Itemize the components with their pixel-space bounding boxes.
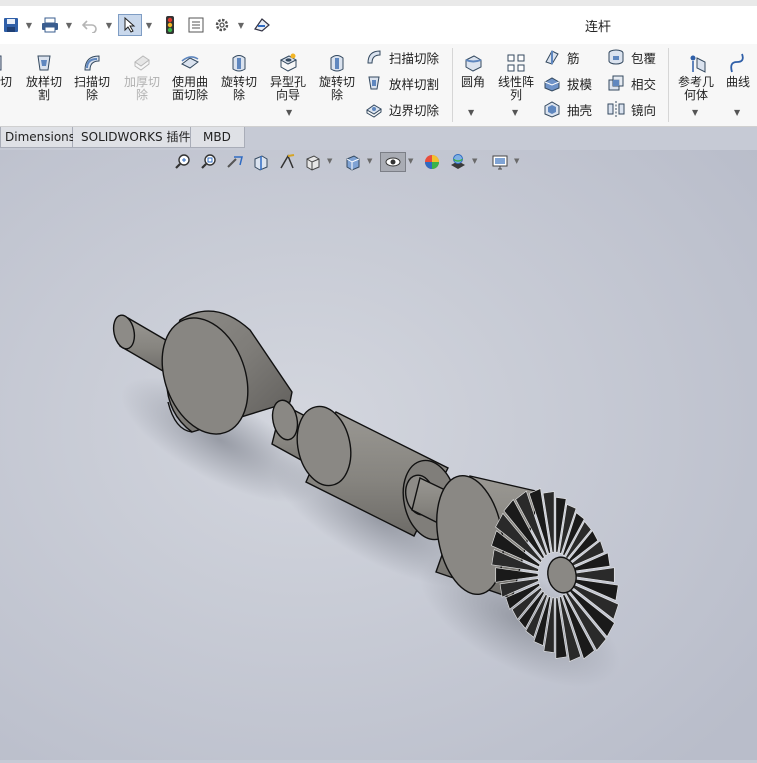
ribbon-item-draft[interactable]: 拔模	[543, 72, 592, 94]
intersect-icon	[607, 74, 625, 92]
options-dropdown-caret[interactable]: ▼	[236, 14, 246, 36]
command-manager-tabs: Dimensions SOLIDWORKS 插件 MBD	[0, 127, 245, 149]
fillet-icon	[462, 52, 484, 74]
print-icon[interactable]	[40, 14, 60, 36]
previous-view-icon[interactable]	[225, 152, 245, 172]
ribbon-button-sweep-cut[interactable]: 扫描切 除	[68, 52, 116, 102]
section-view-icon[interactable]	[251, 152, 271, 172]
heads-up-view-toolbar: ▼ ▼ ▼ ▼ ▼	[170, 152, 530, 174]
rebuild-icon[interactable]	[252, 14, 272, 36]
thicken-cut-icon	[131, 52, 153, 74]
ribbon-item-wrap[interactable]: 包覆	[607, 46, 656, 68]
loft-cut-icon	[33, 52, 55, 74]
ribbon-item-sweep-cut[interactable]: 扫描切除	[365, 46, 439, 68]
mirror-icon	[607, 100, 625, 118]
ribbon-button-cut[interactable]: 切	[0, 52, 18, 89]
hole-wizard-icon	[277, 52, 299, 74]
cut-icon	[0, 52, 5, 74]
curves-icon	[727, 52, 749, 74]
hole-wizard-dropdown-caret[interactable]: ▼	[286, 108, 292, 117]
ribbon-separator	[668, 48, 669, 122]
reference-geometry-dropdown-caret[interactable]: ▼	[692, 108, 698, 117]
zoom-to-fit-icon[interactable]	[173, 152, 193, 172]
model-view	[0, 150, 757, 760]
surface-cut-icon	[179, 52, 201, 74]
ribbon-item-loft-cut[interactable]: 放样切割	[365, 72, 439, 94]
select-icon[interactable]	[118, 14, 142, 36]
shell-icon	[543, 100, 561, 118]
reference-geometry-icon	[685, 52, 707, 74]
save-icon[interactable]	[2, 14, 20, 36]
file-properties-icon[interactable]	[186, 14, 206, 36]
options-icon[interactable]	[212, 14, 232, 36]
view-orientation-icon[interactable]	[303, 152, 323, 172]
ribbon-item-intersect[interactable]: 相交	[607, 72, 656, 94]
command-manager-ribbon: 切 放样切 割 扫描切 除 加厚切 除 使用曲 面切除 旋转切 除 异型孔 向导…	[0, 44, 757, 127]
fillet-dropdown-caret[interactable]: ▼	[468, 108, 474, 117]
linear-pattern-dropdown-caret[interactable]: ▼	[512, 108, 518, 117]
apply-scene-icon[interactable]	[448, 152, 468, 172]
wrap-icon	[607, 48, 625, 66]
ribbon-item-boundary-cut[interactable]: 边界切除	[365, 98, 439, 120]
hide-show-dropdown-caret[interactable]: ▼	[408, 157, 413, 165]
view-settings-dropdown-caret[interactable]: ▼	[514, 157, 519, 165]
loft-cut-icon	[365, 74, 383, 92]
ribbon-item-shell[interactable]: 抽壳	[543, 98, 592, 120]
ribbon-button-thicken-cut[interactable]: 加厚切 除	[118, 52, 166, 102]
ribbon-button-surface-cut[interactable]: 使用曲 面切除	[166, 52, 214, 102]
title-bar: ▼ ▼ ▼ ▼ ▼ 连杆	[0, 0, 757, 44]
ribbon-button-fillet[interactable]: 圆角	[449, 52, 497, 89]
linear-pattern-icon	[505, 52, 527, 74]
tab-solidworks-addins[interactable]: SOLIDWORKS 插件	[73, 127, 191, 148]
document-title: 连杆	[585, 20, 612, 35]
rib-icon	[543, 48, 561, 66]
ribbon-item-rib[interactable]: 筋	[543, 46, 580, 68]
select-dropdown-caret[interactable]: ▼	[144, 14, 154, 36]
view-orientation-dropdown-caret[interactable]: ▼	[327, 157, 332, 165]
boundary-cut-icon	[365, 100, 383, 118]
ribbon-button-linear-pattern[interactable]: 线性阵 列	[492, 52, 540, 102]
display-style-icon[interactable]	[343, 152, 363, 172]
traffic-light-icon[interactable]	[160, 14, 180, 36]
undo-dropdown-caret[interactable]: ▼	[104, 14, 114, 36]
apply-scene-dropdown-caret[interactable]: ▼	[472, 157, 477, 165]
sweep-cut-icon	[81, 52, 103, 74]
revolve-cut-icon	[326, 52, 348, 74]
ribbon-button-revolve-cut[interactable]: 旋转切 除	[215, 52, 263, 102]
print-dropdown-caret[interactable]: ▼	[64, 14, 74, 36]
draft-icon	[543, 74, 561, 92]
view-settings-icon[interactable]	[490, 152, 510, 172]
curves-dropdown-caret[interactable]: ▼	[734, 108, 740, 117]
sweep-cut-icon	[365, 48, 383, 66]
ribbon-button-revolve-cut-2[interactable]: 旋转切 除	[313, 52, 361, 102]
tab-dimensions[interactable]: Dimensions	[0, 127, 75, 148]
zoom-to-area-icon[interactable]	[199, 152, 219, 172]
ribbon-button-hole-wizard[interactable]: 异型孔 向导	[264, 52, 312, 102]
hide-show-items-icon[interactable]	[380, 152, 406, 172]
dynamic-annotation-icon[interactable]	[277, 152, 297, 172]
ribbon-button-curves[interactable]: 曲线	[714, 52, 757, 89]
tab-mbd[interactable]: MBD	[191, 127, 245, 148]
graphics-area[interactable]	[0, 150, 757, 760]
edit-appearance-icon[interactable]	[422, 152, 442, 172]
display-style-dropdown-caret[interactable]: ▼	[367, 157, 372, 165]
ribbon-button-loft-cut[interactable]: 放样切 割	[20, 52, 68, 102]
revolve-cut-icon	[228, 52, 250, 74]
undo-icon[interactable]	[80, 14, 100, 36]
save-dropdown-caret[interactable]: ▼	[24, 14, 34, 36]
ribbon-item-mirror[interactable]: 镜向	[607, 98, 656, 120]
ribbon-button-reference-geometry[interactable]: 参考几 何体	[672, 52, 720, 102]
